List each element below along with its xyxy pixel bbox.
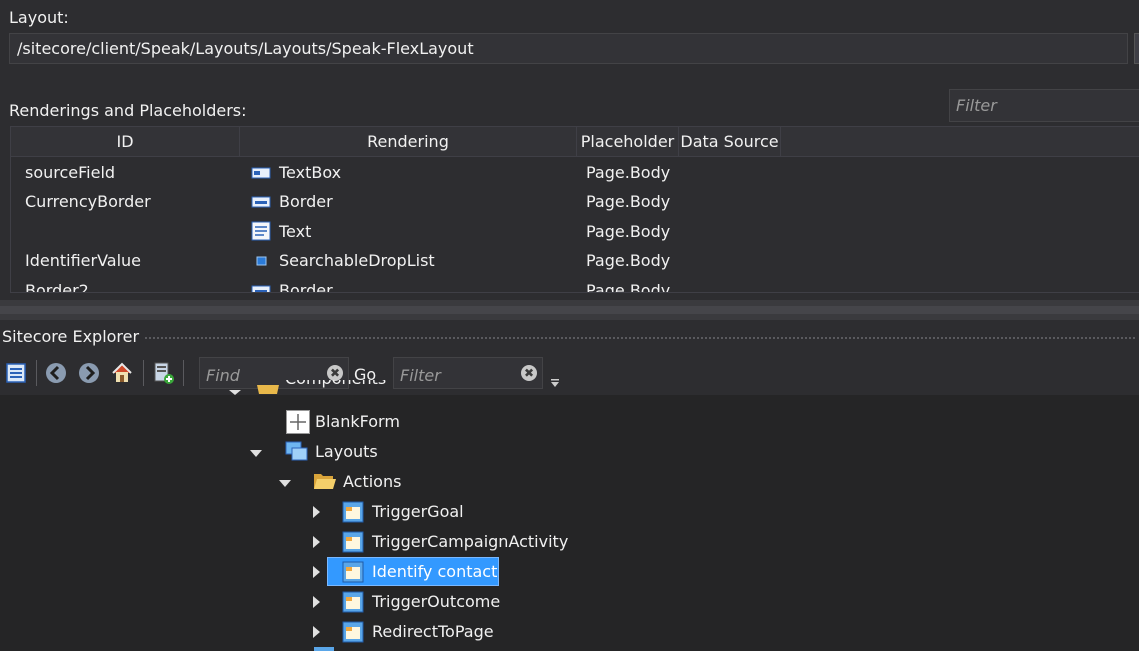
tree-node-action[interactable]: TriggerCampaignActivity bbox=[372, 527, 568, 557]
tree-node-action-selected[interactable]: Identify contact bbox=[372, 557, 497, 587]
action-item-icon bbox=[342, 591, 364, 613]
grid-row[interactable]: IdentifierValue SearchableDropList Page.… bbox=[11, 246, 1139, 275]
folder-icon bbox=[257, 385, 279, 394]
row-placeholder: Page.Body bbox=[586, 281, 671, 293]
border-icon bbox=[251, 196, 271, 208]
text-icon bbox=[251, 221, 271, 241]
add-database-icon[interactable] bbox=[152, 361, 174, 385]
layouts-icon bbox=[285, 441, 308, 461]
row-placeholder: Page.Body bbox=[586, 163, 671, 182]
column-header-data-source[interactable]: Data Source bbox=[679, 127, 781, 156]
forward-icon[interactable] bbox=[78, 361, 100, 385]
tree-node-blankform[interactable]: BlankForm bbox=[315, 407, 400, 437]
expand-arrow-icon[interactable] bbox=[313, 596, 320, 608]
back-icon[interactable] bbox=[45, 361, 67, 385]
row-rendering: Border bbox=[279, 281, 333, 293]
layout-label: Layout: bbox=[9, 8, 69, 27]
row-placeholder: Page.Body bbox=[586, 192, 671, 211]
folder-open-icon bbox=[314, 474, 336, 489]
grid-row[interactable]: sourceField TextBox Page.Body bbox=[11, 158, 1139, 187]
droplist-icon bbox=[256, 256, 267, 266]
row-placeholder: Page.Body bbox=[586, 222, 671, 241]
row-rendering: TextBox bbox=[279, 163, 342, 182]
row-rendering: Border bbox=[279, 192, 333, 211]
tree-node-components[interactable]: Components bbox=[285, 380, 386, 395]
layout-browse-button[interactable] bbox=[1134, 33, 1139, 64]
row-placeholder: Page.Body bbox=[586, 251, 671, 270]
grid-row[interactable]: Text Page.Body bbox=[11, 217, 1139, 246]
expand-arrow-icon[interactable] bbox=[313, 626, 320, 638]
home-icon[interactable] bbox=[111, 361, 133, 385]
blankform-icon bbox=[286, 410, 310, 434]
collapse-arrow-icon[interactable] bbox=[250, 450, 262, 457]
layout-path-field[interactable]: /sitecore/client/Speak/Layouts/Layouts/S… bbox=[9, 33, 1128, 64]
toolbar-overflow-icon[interactable] bbox=[550, 378, 560, 388]
toolbar-separator bbox=[36, 360, 37, 386]
action-item-icon bbox=[342, 561, 364, 583]
expand-arrow-icon[interactable] bbox=[313, 506, 320, 518]
splitter-grip[interactable] bbox=[0, 306, 1139, 314]
row-id: CurrencyBorder bbox=[25, 192, 151, 211]
expand-arrow-icon[interactable] bbox=[229, 390, 241, 395]
toolbar-separator bbox=[143, 360, 144, 386]
tree-node-layouts[interactable]: Layouts bbox=[315, 437, 378, 467]
layout-item-icon bbox=[314, 647, 334, 651]
row-id: sourceField bbox=[25, 163, 116, 182]
tree-node-action[interactable]: RedirectToPage bbox=[372, 617, 494, 647]
action-item-icon bbox=[342, 621, 364, 643]
grid-header: ID Rendering Placeholder Data Source bbox=[11, 127, 1139, 157]
row-rendering: Text bbox=[279, 222, 312, 241]
action-item-icon bbox=[342, 501, 364, 523]
find-clear-icon[interactable]: ✖ bbox=[327, 365, 343, 381]
row-id: IdentifierValue bbox=[25, 251, 142, 270]
toolbar-separator bbox=[183, 360, 184, 386]
row-rendering: SearchableDropList bbox=[279, 251, 435, 270]
row-id: Border2 bbox=[25, 281, 89, 293]
expand-arrow-icon[interactable] bbox=[313, 536, 320, 548]
tree-node-action[interactable]: TriggerGoal bbox=[372, 497, 464, 527]
explorer-tree bbox=[0, 395, 1139, 651]
tree-node-label: Components bbox=[285, 380, 386, 394]
collapse-all-icon[interactable] bbox=[5, 361, 27, 385]
tree-node-actions[interactable]: Actions bbox=[343, 467, 401, 497]
action-item-icon bbox=[342, 531, 364, 553]
collapse-arrow-icon[interactable] bbox=[279, 480, 291, 487]
renderings-filter-input[interactable]: Filter bbox=[949, 89, 1139, 122]
grid-row[interactable]: Border2 Border Page.Body bbox=[11, 276, 1139, 293]
expand-arrow-icon[interactable] bbox=[313, 566, 320, 578]
textbox-icon bbox=[251, 167, 271, 179]
title-grip bbox=[145, 337, 1135, 339]
explorer-title: Sitecore Explorer bbox=[2, 327, 140, 346]
column-header-id[interactable]: ID bbox=[11, 127, 240, 156]
filter-clear-icon[interactable]: ✖ bbox=[521, 365, 537, 381]
grid-row[interactable]: CurrencyBorder Border Page.Body bbox=[11, 187, 1139, 216]
column-header-placeholder[interactable]: Placeholder bbox=[577, 127, 679, 156]
layout-details-panel: Layout: /sitecore/client/Speak/Layouts/L… bbox=[0, 0, 1139, 300]
tree-node-action[interactable]: TriggerOutcome bbox=[372, 587, 500, 617]
renderings-grid: ID Rendering Placeholder Data Source sou… bbox=[10, 126, 1139, 293]
renderings-label: Renderings and Placeholders: bbox=[9, 101, 247, 120]
column-header-rendering[interactable]: Rendering bbox=[240, 127, 577, 156]
border-icon bbox=[251, 285, 271, 292]
